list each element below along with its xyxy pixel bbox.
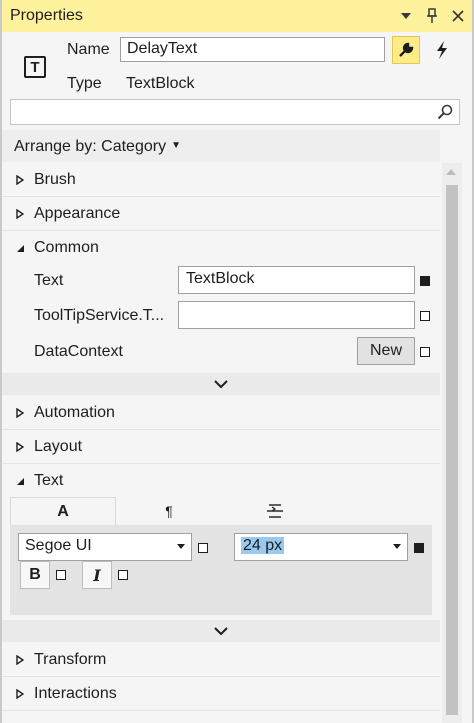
font-family-combo[interactable]: Segoe UI [18,533,192,561]
panel-title: Properties [10,7,83,24]
category-label: Appearance [34,204,121,222]
type-label: Type [67,75,102,92]
property-marker[interactable] [414,543,424,553]
name-label: Name [67,41,110,58]
expand-right-icon [16,441,28,453]
lightning-icon [437,41,447,59]
tab-paragraph[interactable]: ¶ [116,497,222,525]
category-automation[interactable]: Automation [2,396,440,430]
vertical-scrollbar[interactable] [442,163,462,723]
search-box[interactable] [10,99,460,125]
category-label: Transform [34,650,107,668]
chevron-down-icon [214,379,228,388]
property-marker[interactable] [420,347,430,357]
tab-font[interactable]: A [10,497,116,525]
scrollbar-thumb[interactable] [446,185,458,715]
category-common[interactable]: Common [2,231,440,265]
text-advanced-expander[interactable] [2,620,440,642]
name-field[interactable]: DelayText [120,37,385,62]
property-list: Brush Appearance Common Text TextBlock T… [2,163,440,723]
advanced-expander[interactable] [2,373,440,395]
tab-line-spacing[interactable] [222,497,328,525]
chevron-down-icon [214,626,228,635]
search-icon [437,104,453,120]
scroll-up-icon[interactable] [446,169,456,175]
combo-arrow-icon [393,544,401,549]
italic-button[interactable]: I [82,561,112,589]
property-marker[interactable] [420,311,430,321]
property-marker[interactable] [118,570,128,580]
text-property-label: Text [34,272,64,289]
category-appearance[interactable]: Appearance [2,197,440,231]
property-marker[interactable] [56,570,66,580]
expand-right-icon [16,208,28,220]
paragraph-icon: ¶ [165,503,173,519]
tooltip-property-input[interactable] [178,301,415,329]
font-settings-panel: Segoe UI 24 px B I [10,525,432,615]
category-transform[interactable]: Transform [2,643,440,677]
wrench-icon [399,42,414,57]
datacontext-property-label: DataContext [34,343,123,360]
collapse-down-icon [16,242,28,254]
category-label: Automation [34,403,115,421]
bold-button[interactable]: B [20,561,50,589]
combo-arrow-icon [177,544,185,549]
text-tabs: A ¶ [10,497,432,525]
category-label: Layout [34,437,83,455]
font-size-value: 24 px [241,537,285,554]
pin-icon[interactable] [424,8,440,24]
expand-right-icon [16,654,28,666]
properties-wrench-button[interactable] [392,36,420,64]
category-label: Text [34,472,64,489]
expand-right-icon [16,688,28,700]
events-bolt-button[interactable] [428,36,456,64]
font-tab-glyph: A [57,502,69,520]
category-label: Interactions [34,684,117,702]
type-value: TextBlock [126,75,195,92]
property-marker[interactable] [420,276,430,286]
dropdown-icon[interactable] [398,8,414,24]
properties-panel: Properties T Name DelayText Type TextBlo… [0,0,474,723]
arrange-by-dropdown[interactable]: Arrange by: Category ▼ [2,130,440,162]
category-brush[interactable]: Brush [2,163,440,197]
tooltip-property-label: ToolTipService.T... [34,307,165,324]
expand-right-icon [16,174,28,186]
datacontext-new-button[interactable]: New [357,337,415,365]
indent-icon [267,504,283,518]
close-icon[interactable] [450,8,466,24]
font-family-value: Segoe UI [25,537,92,554]
collapse-down-icon [16,475,28,487]
category-text[interactable]: Text [2,464,440,498]
font-size-combo[interactable]: 24 px [234,533,408,561]
text-property-input[interactable]: TextBlock [178,266,415,294]
caret-down-icon: ▼ [171,140,181,151]
window-controls [398,8,466,24]
category-label: Common [34,239,99,256]
category-interactions[interactable]: Interactions [2,677,440,711]
expand-right-icon [16,407,28,419]
category-layout[interactable]: Layout [2,430,440,464]
property-marker[interactable] [198,543,208,553]
textblock-icon: T [24,56,46,78]
title-bar: Properties [2,0,472,32]
arrange-by-label: Arrange by: Category [14,138,167,155]
category-label: Brush [34,170,76,188]
